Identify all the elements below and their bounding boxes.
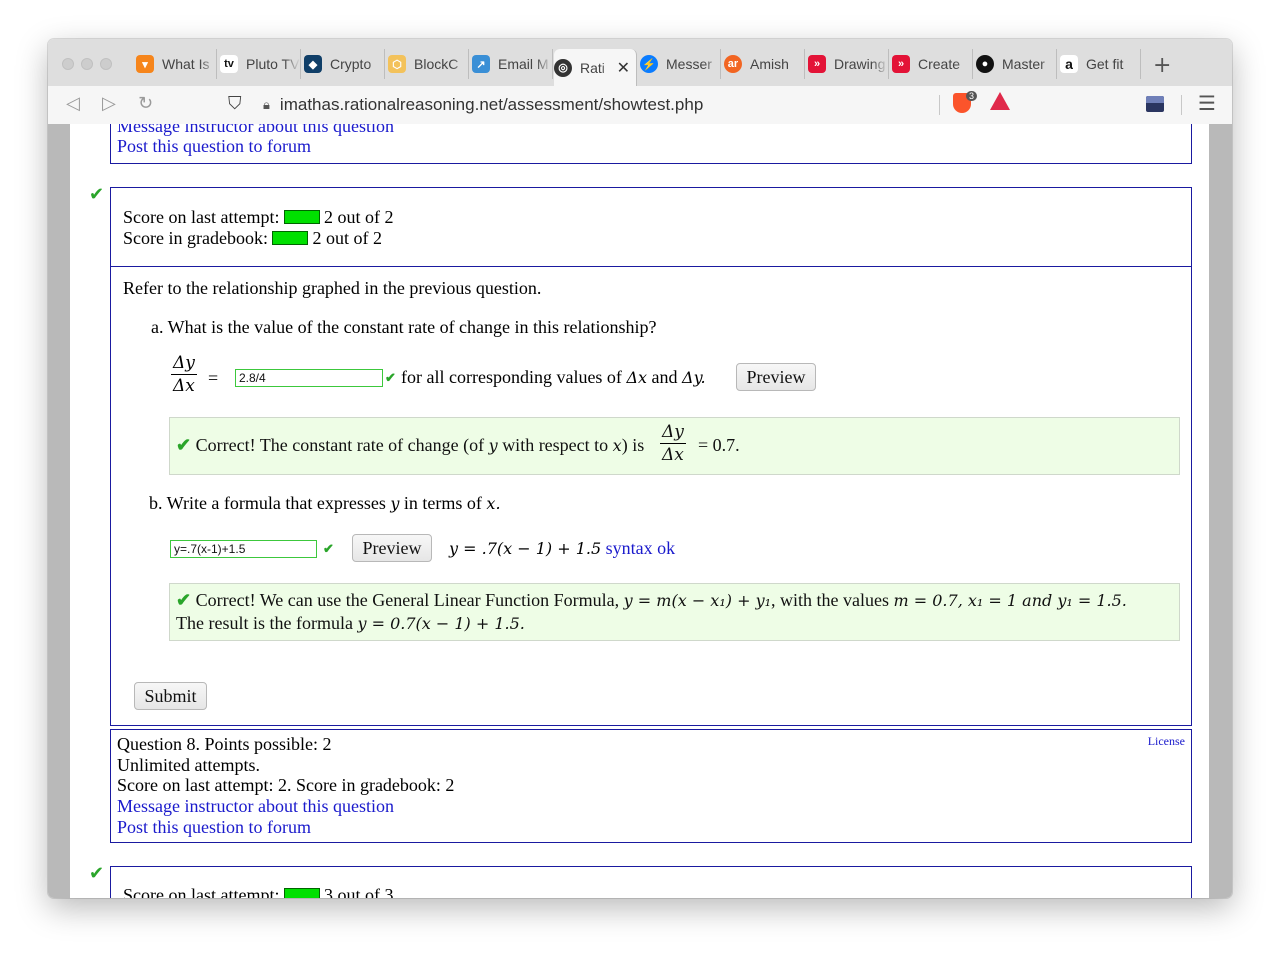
tab-rational-reasoning[interactable]: ◎ Rati ✕ [554,49,637,86]
equals-sign: = [208,368,219,388]
address-bar[interactable]: 🔒︎ imathas.rationalreasoning.net/assessm… [263,92,1019,118]
prev-question-info: Message instructor about this question P… [110,124,1192,164]
preview-button-a[interactable]: Preview [736,363,816,391]
question7-body: Refer to the relationship graphed in the… [110,266,1192,726]
window-controls [62,55,119,74]
menu-icon[interactable]: ☰ [1198,91,1216,115]
score-last-attempt: Score on last attempt: 3 out of 3 [123,885,393,898]
correct-check-icon: ✔ [89,863,105,884]
close-window-button[interactable] [62,58,74,70]
post-to-forum-link[interactable]: Post this question to forum [117,817,311,838]
question7-score-box: Score on last attempt: 2 out of 2 Score … [110,187,1192,267]
question8-title: Question 8. Points possible: 2 [117,734,332,754]
post-to-forum-link[interactable]: Post this question to forum [117,136,311,157]
globe-icon: ◎ [554,58,572,77]
correct-check-icon: ✔ [89,184,105,205]
tab-crypto[interactable]: ◆ Crypto [304,49,385,79]
message-instructor-link[interactable]: Message instructor about this question [117,796,394,817]
question-intro: Refer to the relationship graphed in the… [123,278,542,298]
pluto-tv-icon: tv [220,55,238,73]
license-link[interactable]: License [1148,734,1185,749]
url-text: imathas.rationalreasoning.net/assessment… [279,95,704,114]
messenger-icon: ⚡ [640,55,658,73]
correct-check-icon: ✔ [176,590,192,610]
score-bar [283,210,320,224]
close-tab-icon[interactable]: ✕ [617,58,630,78]
part-a-prompt: a. What is the value of the constant rat… [151,317,657,337]
preview-button-b[interactable]: Preview [352,534,432,562]
back-icon[interactable]: ◁ [66,93,80,114]
reload-icon[interactable]: ↻ [138,93,153,114]
browser-window: ▾ What Is tv Pluto TV ◆ Crypto ⬡ BlockC … [48,39,1232,898]
page-viewport: Message instructor about this question P… [48,124,1232,898]
tab-pluto-tv[interactable]: tv Pluto TV [220,49,301,79]
correct-check-icon: ✔ [323,541,334,556]
correct-check-icon: ✔ [385,370,396,385]
zoom-window-button[interactable] [100,58,112,70]
score-bar [272,231,309,245]
lock-icon: 🔒︎ [263,97,270,112]
amazon-icon: a [1060,55,1078,73]
minimize-window-button[interactable] [81,58,93,70]
forward-icon[interactable]: ▷ [102,93,116,114]
tab-messenger[interactable]: ⚡ Messer [640,49,721,79]
ar-icon: ar [724,55,742,73]
preview-output: y = .7(x − 1) + 1.5 syntax ok [449,538,676,558]
score-gradebook: Score in gradebook: 2 out of 2 [123,228,382,248]
metamask-fox-icon: ▾ [136,55,154,73]
score-bar [283,888,320,898]
tab-drawing[interactable]: » Drawing [808,49,889,79]
github-icon: ● [976,55,994,73]
tab-get-fit[interactable]: a Get fit [1060,49,1141,79]
wallet-icon[interactable] [1146,96,1164,112]
toolbar: ◁ ▷ ↻ ⛉ 🔒︎ imathas.rationalreasoning.net… [48,86,1232,125]
toolbar-divider [939,95,940,115]
email-chart-icon: ↗ [472,55,490,73]
question8-scores: Score on last attempt: 2. Score in grade… [117,775,455,795]
blockchain-cube-icon: ⬡ [388,55,406,73]
question8-info: Question 8. Points possible: 2 Unlimited… [110,729,1192,843]
crypto-shield-icon: ◆ [304,55,322,73]
part-a-suffix: for all corresponding values of Δx and Δ… [401,367,706,387]
brave-rewards-icon[interactable] [990,92,1010,110]
tab-bar: ▾ What Is tv Pluto TV ◆ Crypto ⬡ BlockC … [48,39,1232,87]
new-tab-icon[interactable]: + [1153,53,1171,78]
tab-email[interactable]: ↗ Email M [472,49,553,79]
formula-answer-input[interactable] [170,540,317,558]
assessment-page: Message instructor about this question P… [70,124,1209,898]
feedback-part-a: ✔ Correct! The constant rate of change (… [169,417,1180,475]
bookmark-icon[interactable]: ⛉ [228,93,242,114]
score-last-attempt: Score on last attempt: 2 out of 2 [123,207,394,227]
tab-master[interactable]: ● Master [976,49,1057,79]
tab-what-is[interactable]: ▾ What Is [136,49,217,79]
rate-fraction: Δy Δx [171,353,197,396]
correct-check-icon: ✔ [176,435,192,455]
question9-score-box: Score on last attempt: 3 out of 3 [110,866,1192,898]
tab-blockc[interactable]: ⬡ BlockC [388,49,469,79]
brave-shield-count: 3 [966,91,978,101]
tab-amish[interactable]: ar Amish [724,49,805,79]
hive-icon: » [808,55,826,73]
toolbar-divider [1181,95,1182,115]
rate-answer-input[interactable] [235,369,383,387]
tab-create[interactable]: » Create [892,49,973,79]
feedback-part-b: ✔ Correct! We can use the General Linear… [169,583,1180,641]
part-b-prompt: b. Write a formula that expresses y in t… [149,493,501,513]
hive-icon: » [892,55,910,73]
question8-attempts: Unlimited attempts. [117,755,260,775]
submit-button[interactable]: Submit [134,682,207,710]
